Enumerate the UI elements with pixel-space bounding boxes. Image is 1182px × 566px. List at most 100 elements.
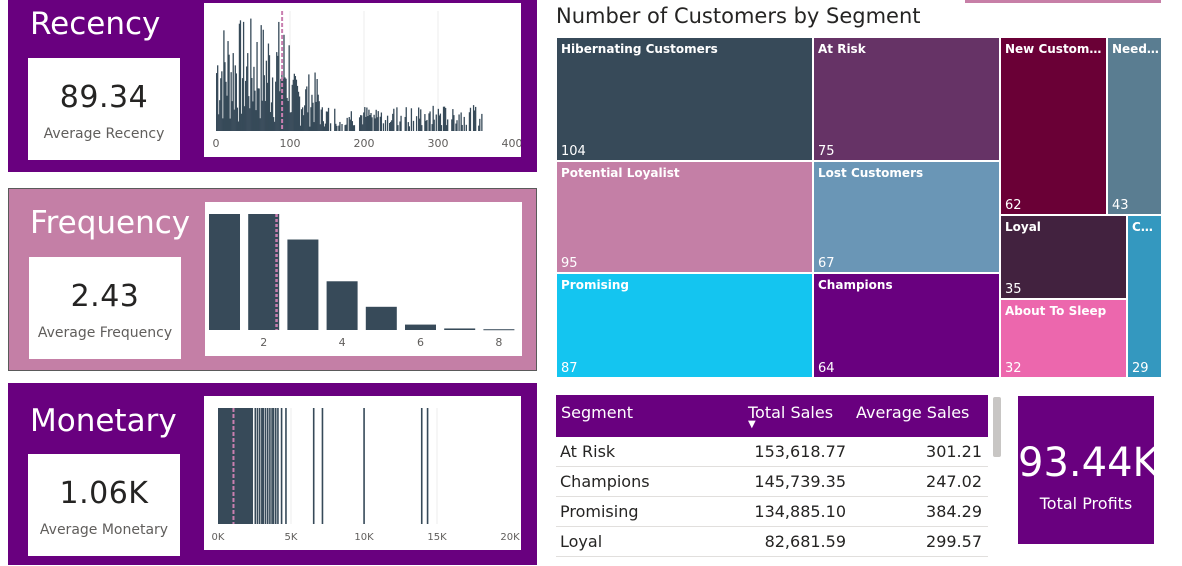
treemap-tile-label: Promising <box>561 278 629 292</box>
frequency-kpi-label: Average Frequency <box>37 325 173 341</box>
table-scrollbar[interactable] <box>993 397 1001 457</box>
treemap-tile[interactable]: Lost Customers 67 <box>813 161 1000 273</box>
recency-bar <box>429 111 431 131</box>
monetary-bar <box>271 408 273 524</box>
cell-segment: At Risk <box>560 442 616 461</box>
treemap-tile[interactable]: Champions 64 <box>813 273 1000 378</box>
recency-bar <box>377 111 379 131</box>
treemap-tile-value: 32 <box>1005 361 1022 376</box>
treemap-tile[interactable]: About To Sleep 32 <box>1000 299 1127 378</box>
treemap-tile[interactable]: Potential Loyalist 95 <box>556 161 813 273</box>
monetary-card: Monetary 1.06K Average Monetary 0K 5K 10K 1… <box>8 383 537 565</box>
treemap-tile[interactable]: New Customers 62 <box>1000 37 1107 215</box>
monetary-bar <box>321 408 324 524</box>
recency-bar <box>410 108 413 131</box>
frequency-bar <box>483 329 515 331</box>
monetary-kpi[interactable]: 1.06K Average Monetary <box>28 454 180 556</box>
recency-bar <box>336 125 338 131</box>
monetary-tick-label: 0K <box>212 532 225 543</box>
treemap-tile[interactable]: Need Atte... 43 <box>1107 37 1162 215</box>
recency-bar <box>481 113 483 131</box>
recency-bar <box>382 123 385 131</box>
treemap-tile-label: Lost Customers <box>818 166 924 180</box>
recency-bar <box>458 114 460 131</box>
monetary-tick-label: 15K <box>427 532 447 543</box>
recency-tick-label: 200 <box>354 137 375 150</box>
frequency-bar <box>326 281 358 330</box>
monetary-bar <box>272 408 275 524</box>
recency-bar <box>415 116 418 131</box>
frequency-kpi[interactable]: 2.43 Average Frequency <box>29 257 181 359</box>
frequency-bar <box>405 324 436 330</box>
monetary-kpi-value: 1.06K <box>59 476 149 511</box>
recency-bar <box>327 107 330 131</box>
treemap-tile-value: 104 <box>561 144 586 159</box>
treemap-tile[interactable]: Loyal 35 <box>1000 215 1127 299</box>
monetary-bar <box>262 408 265 524</box>
recency-histogram[interactable]: 0 100 200 300 400 <box>204 3 521 157</box>
frequency-bar <box>365 306 397 330</box>
treemap-tile-label: New Customers <box>1005 42 1104 56</box>
recency-bar <box>308 74 310 131</box>
frequency-title: Frequency <box>30 205 191 241</box>
header-total-sales[interactable]: Total Sales <box>748 403 833 422</box>
recency-bar <box>412 120 415 131</box>
treemap-tile-label: Need Atte... <box>1112 42 1159 56</box>
treemap-tile-value: 35 <box>1005 282 1022 297</box>
frequency-tick-label: 2 <box>260 336 267 349</box>
monetary-bar <box>269 408 271 524</box>
recency-bar <box>469 107 472 131</box>
recency-tick-label: 100 <box>280 137 301 150</box>
table-header: Segment Total Sales ▼ Average Sales <box>556 395 988 437</box>
recency-bar <box>447 119 449 131</box>
monetary-tick-label: 10K <box>354 532 374 543</box>
total-profits-card[interactable]: 93.44K Total Profits <box>1018 396 1159 544</box>
treemap-tile-value: 64 <box>818 361 835 376</box>
frequency-bar <box>209 214 240 330</box>
table-row[interactable]: Champions 145,739.35 247.02 <box>556 467 988 497</box>
recency-bar <box>456 120 458 131</box>
recency-kpi[interactable]: 89.34 Average Recency <box>28 58 180 160</box>
treemap-tile-label: About To Sleep <box>1005 304 1107 318</box>
recency-bar <box>463 116 465 131</box>
monetary-title: Monetary <box>30 403 177 439</box>
recency-bar <box>475 106 477 131</box>
recency-histogram-svg: 0 100 200 300 400 <box>213 11 521 150</box>
recency-tick-label: 0 <box>213 137 220 150</box>
treemap-tile[interactable]: At Risk 75 <box>813 37 1000 161</box>
frequency-bar <box>444 328 476 330</box>
monetary-histogram[interactable]: 0K 5K 10K 15K 20K <box>204 396 521 550</box>
monetary-bar <box>264 408 267 524</box>
monetary-bar <box>363 408 365 524</box>
segment-sales-table: Segment Total Sales ▼ Average Sales At R… <box>556 395 988 557</box>
treemap-tile[interactable]: Promising 87 <box>556 273 813 378</box>
treemap-tile-value: 87 <box>561 361 578 376</box>
treemap-tile-value: 62 <box>1005 198 1022 213</box>
recency-bar <box>384 120 387 131</box>
recency-card: Recency 89.34 Average Recency 0 100 200 300… <box>8 0 537 172</box>
header-segment[interactable]: Segment <box>561 403 633 422</box>
header-average-sales[interactable]: Average Sales <box>856 403 969 422</box>
total-profits-value: 93.44K <box>1018 440 1159 486</box>
monetary-bar <box>256 408 259 524</box>
recency-bar <box>465 124 467 131</box>
frequency-histogram[interactable]: 2 4 6 8 <box>205 202 522 356</box>
treemap-tile-label: Loyal <box>1005 220 1041 234</box>
monetary-bar <box>312 408 315 524</box>
recency-bar <box>479 118 481 131</box>
frequency-bar <box>287 239 319 330</box>
recency-bar <box>341 123 343 131</box>
table-row[interactable]: At Risk 153,618.77 301.21 <box>556 437 988 467</box>
total-profits-label: Total Profits <box>1039 494 1133 513</box>
recency-bar <box>426 119 428 131</box>
frequency-tick-label: 6 <box>417 336 424 349</box>
treemap-tile[interactable]: Canno... 29 <box>1127 215 1162 378</box>
treemap-tile[interactable]: Hibernating Customers 104 <box>556 37 813 161</box>
cell-total-sales: 134,885.10 <box>754 502 846 521</box>
sort-descending-icon[interactable]: ▼ <box>748 419 756 430</box>
frequency-tick-label: 4 <box>339 336 346 349</box>
recency-bar <box>435 114 437 131</box>
table-row[interactable]: Loyal 82,681.59 299.57 <box>556 527 988 557</box>
recency-kpi-value: 89.34 <box>59 80 149 115</box>
table-row[interactable]: Promising 134,885.10 384.29 <box>556 497 988 527</box>
